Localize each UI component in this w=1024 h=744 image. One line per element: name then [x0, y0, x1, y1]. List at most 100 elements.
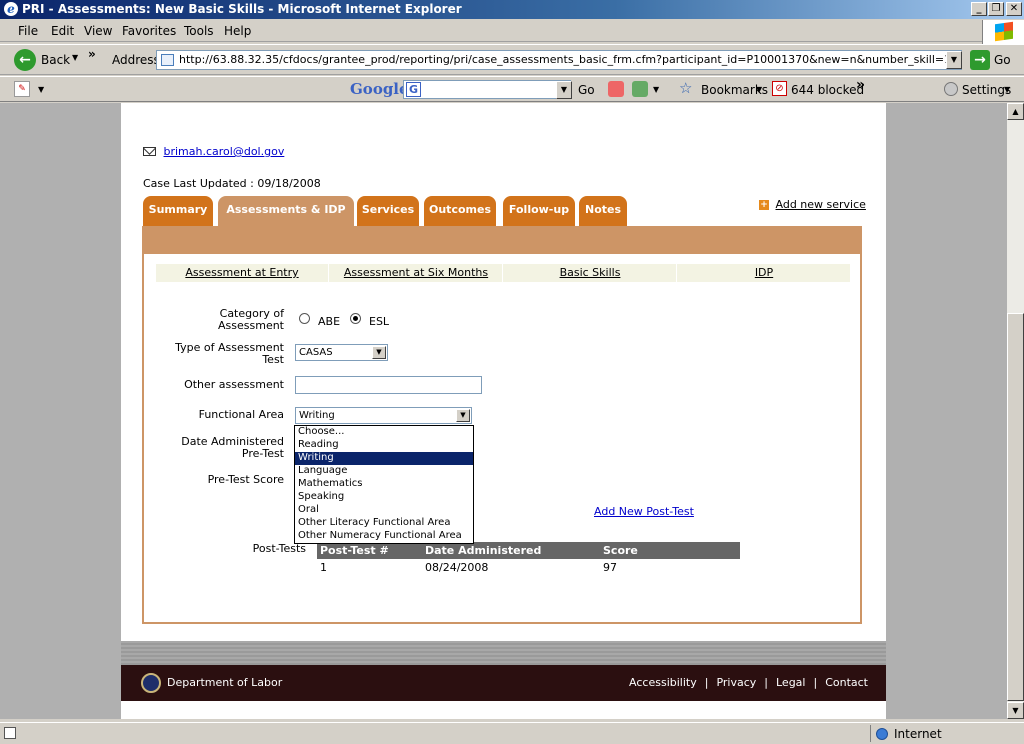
popup-blocker-icon[interactable]: ⊘: [772, 81, 787, 96]
functional-area-value: Writing: [299, 410, 335, 421]
radio-abe-label: ABE: [318, 315, 341, 328]
popup-blocked-count: 644 blocked: [791, 83, 865, 97]
toolbar-options-icon[interactable]: [632, 81, 648, 97]
cell-score: 97: [603, 561, 617, 574]
menu-help[interactable]: Help: [224, 24, 251, 38]
google-go-button[interactable]: Go: [578, 83, 595, 97]
select-arrow-icon: ▼: [456, 409, 470, 422]
table-row: 1 08/24/2008 97: [317, 559, 740, 576]
ie-icon: e: [4, 2, 18, 16]
toolbar-tool-icon[interactable]: [608, 81, 624, 97]
dol-seal-icon: [141, 673, 161, 693]
option-speaking[interactable]: Speaking: [295, 491, 473, 504]
internet-zone-icon: [876, 728, 888, 740]
tab-assessments-idp[interactable]: Assessments & IDP: [218, 196, 354, 226]
email-link[interactable]: brimah.carol@dol.gov: [164, 145, 285, 158]
google-search-dropdown-icon[interactable]: ▼: [556, 81, 572, 99]
subtab-assessment-at-entry[interactable]: Assessment at Entry: [185, 266, 298, 279]
menu-edit[interactable]: Edit: [51, 24, 74, 38]
option-other-numeracy[interactable]: Other Numeracy Functional Area: [295, 530, 473, 543]
subtab-idp[interactable]: IDP: [755, 266, 773, 279]
date-administered-label: Date Administered Pre-Test: [181, 435, 284, 460]
address-field[interactable]: http://63.88.32.35/cfdocs/grantee_prod/r…: [156, 50, 962, 70]
select-arrow-icon: ▼: [372, 346, 386, 359]
bookmarks-dropdown-icon[interactable]: ▼: [756, 85, 762, 94]
window-title: PRI - Assessments: New Basic Skills - Mi…: [22, 2, 462, 16]
envelope-icon: [143, 147, 156, 156]
col-post-test-number: Post-Test #: [320, 544, 389, 557]
tab-summary[interactable]: Summary: [143, 196, 213, 226]
functional-area-select[interactable]: Writing ▼: [295, 407, 472, 424]
email-row: brimah.carol@dol.gov: [143, 145, 284, 158]
menu-tools[interactable]: Tools: [184, 24, 214, 38]
footer-link-accessibility[interactable]: Accessibility: [629, 676, 697, 689]
footer: Department of Labor Accessibility | Privac…: [121, 665, 886, 701]
menu-favorites[interactable]: Favorites: [122, 24, 176, 38]
address-dropdown-icon[interactable]: ▼: [946, 51, 962, 69]
toolbar-options-dropdown-icon[interactable]: ▼: [653, 85, 659, 94]
tab-notes[interactable]: Notes: [579, 196, 627, 226]
add-new-service-link[interactable]: Add new service: [776, 198, 866, 211]
department-of-labor: Department of Labor: [167, 676, 283, 689]
post-tests-table: Post-Test # Date Administered Score 1 08…: [317, 542, 740, 576]
footer-band: [121, 641, 886, 665]
option-choose[interactable]: Choose...: [295, 426, 473, 439]
menu-view[interactable]: View: [84, 24, 112, 38]
vertical-scrollbar[interactable]: ▲ ▼: [1007, 103, 1024, 719]
option-oral[interactable]: Oral: [295, 504, 473, 517]
page-status-icon: [4, 727, 16, 739]
subtab-assessment-six-months[interactable]: Assessment at Six Months: [344, 266, 488, 279]
footer-link-legal[interactable]: Legal: [776, 676, 805, 689]
toolbar-overflow-icon[interactable]: »: [88, 47, 96, 61]
go-arrow-icon[interactable]: →: [970, 50, 990, 70]
tab-outcomes[interactable]: Outcomes: [424, 196, 496, 226]
status-bar: Internet: [0, 722, 1024, 744]
back-button[interactable]: Back: [41, 53, 70, 67]
radio-abe[interactable]: [299, 313, 310, 324]
assessment-type-select[interactable]: CASAS ▼: [295, 344, 388, 361]
radio-esl[interactable]: [350, 313, 361, 324]
radio-esl-label: ESL: [369, 315, 390, 328]
option-language[interactable]: Language: [295, 465, 473, 478]
minimize-button[interactable]: _: [971, 2, 987, 16]
scrollbar-thumb[interactable]: [1007, 313, 1024, 701]
address-toolbar: ← Back ▼ » Address http://63.88.32.35/cf…: [0, 44, 1024, 75]
footer-link-privacy[interactable]: Privacy: [716, 676, 756, 689]
security-zone: Internet: [894, 727, 942, 741]
tab-follow-up[interactable]: Follow-up: [503, 196, 575, 226]
settings-icon[interactable]: [944, 82, 958, 96]
scroll-up-icon[interactable]: ▲: [1007, 103, 1024, 120]
functional-area-label: Functional Area: [198, 408, 284, 421]
settings-dropdown-icon[interactable]: ▼: [1004, 85, 1010, 94]
close-button[interactable]: ✕: [1006, 2, 1022, 16]
page-viewport: brimah.carol@dol.gov Case Last Updated :…: [0, 103, 1007, 719]
cell-date-administered: 08/24/2008: [425, 561, 489, 574]
address-label: Address: [112, 53, 160, 67]
footer-link-contact[interactable]: Contact: [825, 676, 868, 689]
footer-links: Accessibility | Privacy | Legal | Contact: [629, 676, 868, 689]
back-dropdown-icon[interactable]: ▼: [72, 53, 78, 62]
add-service-row: + Add new service: [759, 198, 866, 211]
add-new-post-test-link[interactable]: Add New Post-Test: [594, 505, 694, 518]
option-reading[interactable]: Reading: [295, 439, 473, 452]
subtab-basic-skills[interactable]: Basic Skills: [560, 266, 621, 279]
page-icon: [161, 54, 174, 66]
google-search-input[interactable]: G: [403, 80, 571, 99]
menu-file[interactable]: File: [18, 24, 38, 38]
other-assessment-input[interactable]: [295, 376, 482, 394]
go-button[interactable]: Go: [994, 53, 1011, 67]
assessment-type-value: CASAS: [299, 347, 333, 358]
scroll-down-icon[interactable]: ▼: [1007, 702, 1024, 719]
option-writing[interactable]: Writing: [295, 452, 473, 465]
pdf-dropdown-icon[interactable]: ▼: [38, 85, 44, 94]
maximize-button[interactable]: ❐: [988, 2, 1004, 16]
option-other-literacy[interactable]: Other Literacy Functional Area: [295, 517, 473, 530]
tab-services[interactable]: Services: [357, 196, 419, 226]
option-mathematics[interactable]: Mathematics: [295, 478, 473, 491]
back-arrow-icon[interactable]: ←: [14, 49, 36, 71]
title-bar: e PRI - Assessments: New Basic Skills - …: [0, 0, 1024, 19]
pdf-icon[interactable]: ✎: [14, 81, 30, 97]
bookmarks-star-icon[interactable]: ☆: [679, 79, 692, 97]
toolbar-overflow-icon[interactable]: »: [856, 77, 865, 93]
google-toolbar: ✎ ▼ Google G ▼ Go ▼ ☆ Bookmarks ▼ ⊘ 644 …: [0, 76, 1024, 102]
